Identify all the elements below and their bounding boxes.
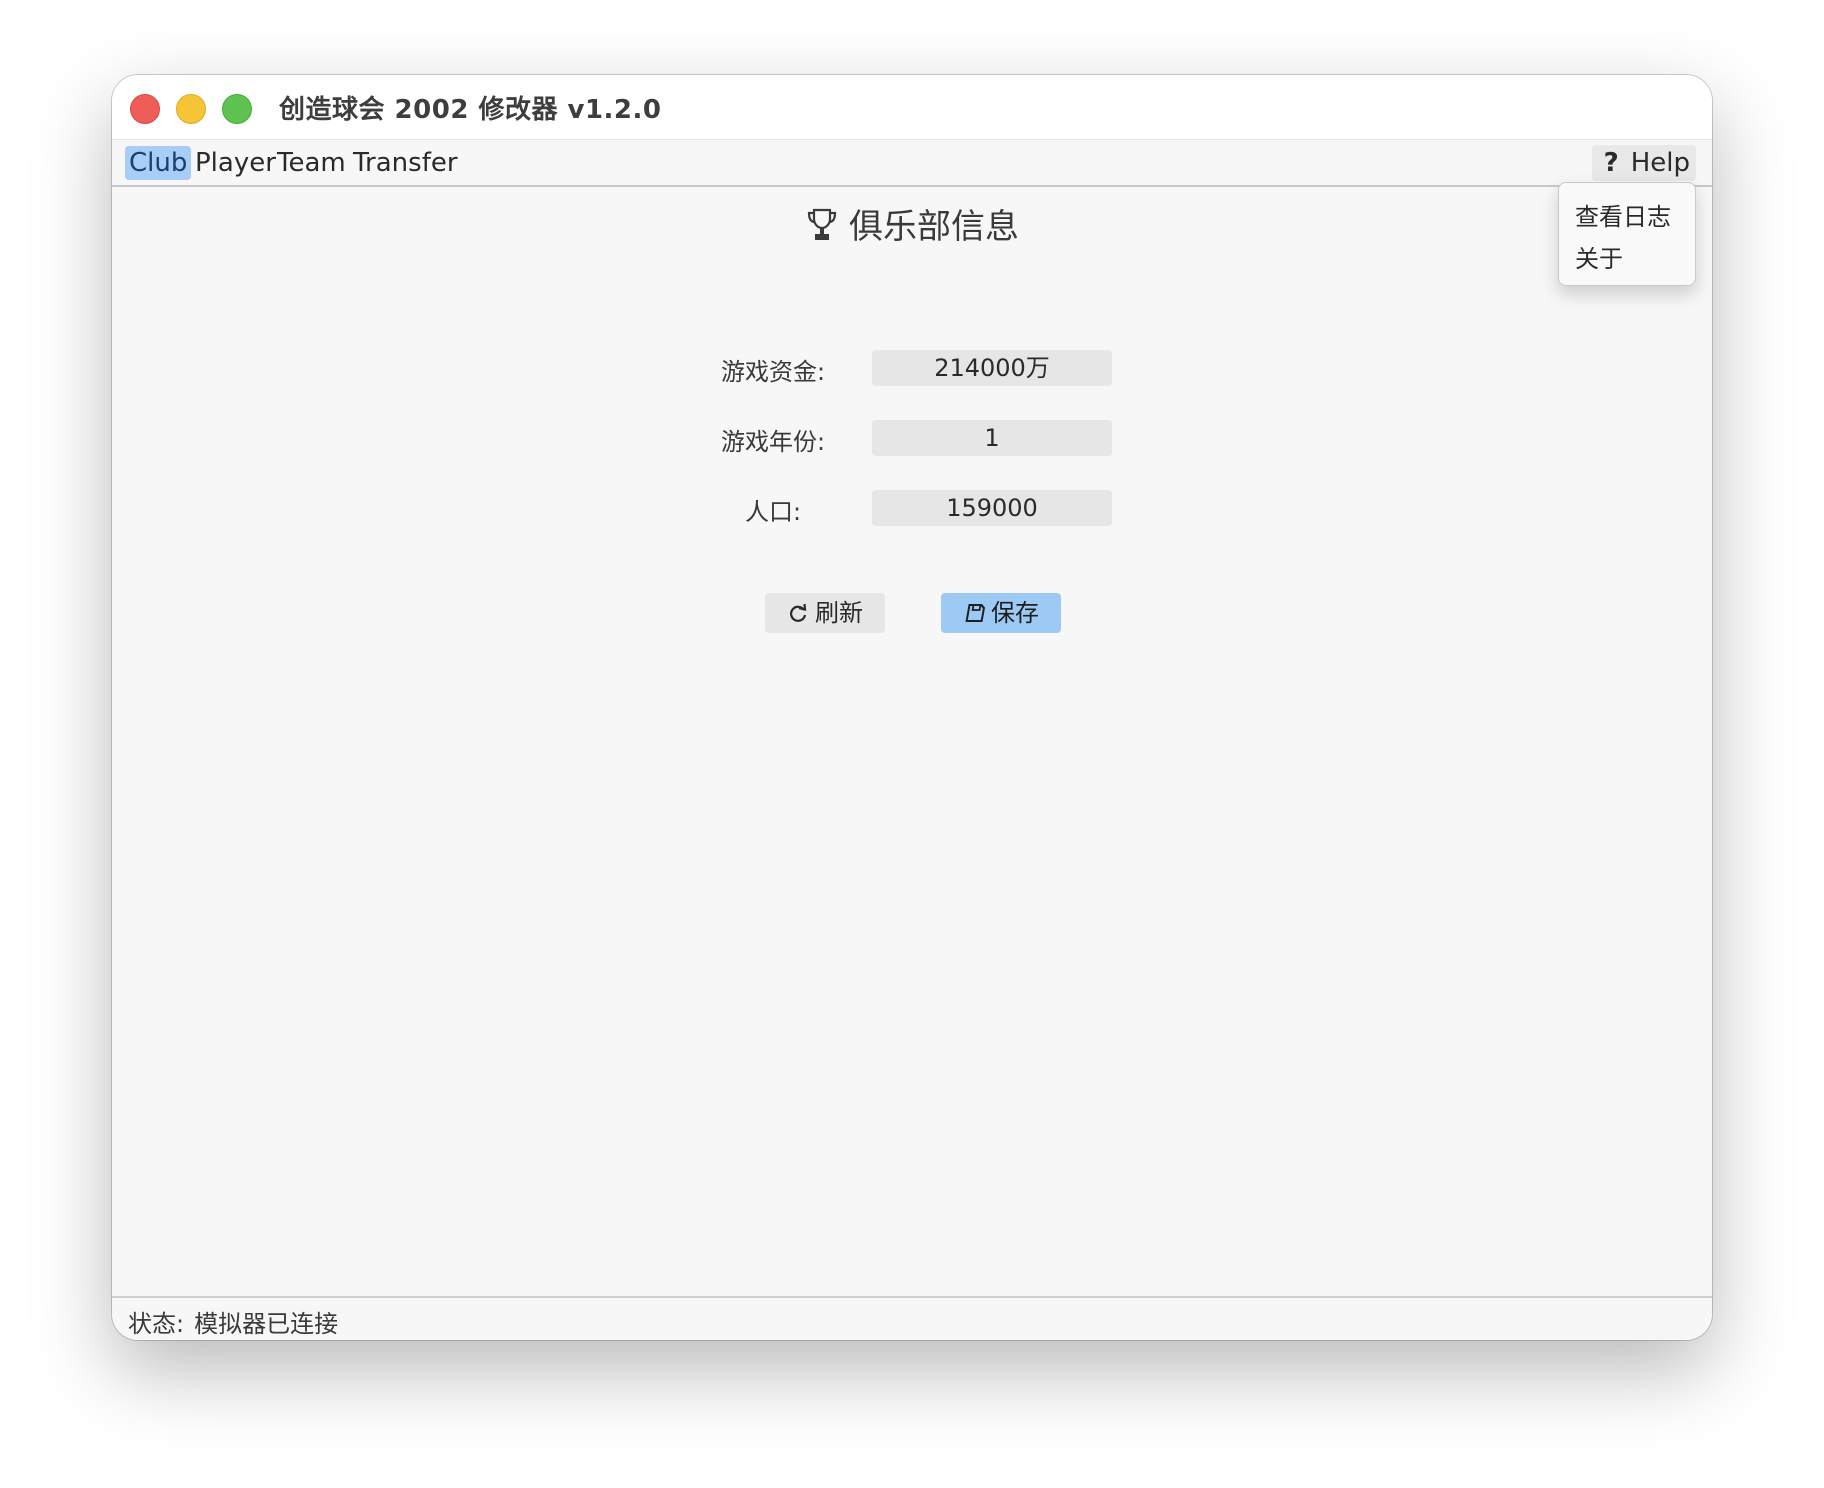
- minimize-window-button[interactable]: [176, 94, 206, 124]
- year-label: 游戏年份:: [720, 428, 826, 456]
- trophy-icon: [807, 208, 837, 240]
- year-field[interactable]: 1: [872, 420, 1112, 456]
- status-bar: 状态: 模拟器已连接: [112, 1296, 1712, 1340]
- floppy-disk-icon: [965, 604, 985, 622]
- status-value: 模拟器已连接: [194, 1310, 339, 1338]
- menu-team[interactable]: Team: [273, 146, 350, 180]
- funds-label: 游戏资金:: [720, 358, 826, 386]
- population-field[interactable]: 159000: [872, 490, 1112, 526]
- menu-help[interactable]: ? Help: [1591, 145, 1696, 181]
- funds-field[interactable]: 214000万: [872, 350, 1112, 386]
- status-text: 状态: 模拟器已连接: [128, 1304, 338, 1339]
- help-menu-label: Help: [1630, 148, 1690, 178]
- status-label: 状态:: [128, 1310, 185, 1338]
- app-window: 创造球会 2002 修改器 v1.2.0 Club Player Team Tr…: [112, 75, 1712, 1340]
- save-button-label: 保存: [991, 599, 1039, 627]
- page-title: 俱乐部信息: [112, 199, 1712, 248]
- question-mark-icon: ?: [1603, 148, 1619, 178]
- population-label: 人口:: [744, 498, 802, 526]
- page-title-text: 俱乐部信息: [849, 207, 1019, 247]
- menu-bar: Club Player Team Transfer ? Help: [112, 140, 1712, 187]
- refresh-icon: [790, 603, 807, 622]
- window-title: 创造球会 2002 修改器 v1.2.0: [279, 95, 662, 125]
- refresh-button-label: 刷新: [815, 599, 863, 627]
- menu-player[interactable]: Player: [191, 146, 280, 180]
- close-window-button[interactable]: [130, 94, 160, 124]
- save-button[interactable]: 保存: [941, 593, 1061, 633]
- refresh-button[interactable]: 刷新: [765, 593, 885, 633]
- title-bar[interactable]: 创造球会 2002 修改器 v1.2.0: [112, 75, 1712, 140]
- menu-club[interactable]: Club: [125, 146, 192, 180]
- menu-transfer[interactable]: Transfer: [349, 146, 462, 180]
- maximize-window-button[interactable]: [222, 94, 252, 124]
